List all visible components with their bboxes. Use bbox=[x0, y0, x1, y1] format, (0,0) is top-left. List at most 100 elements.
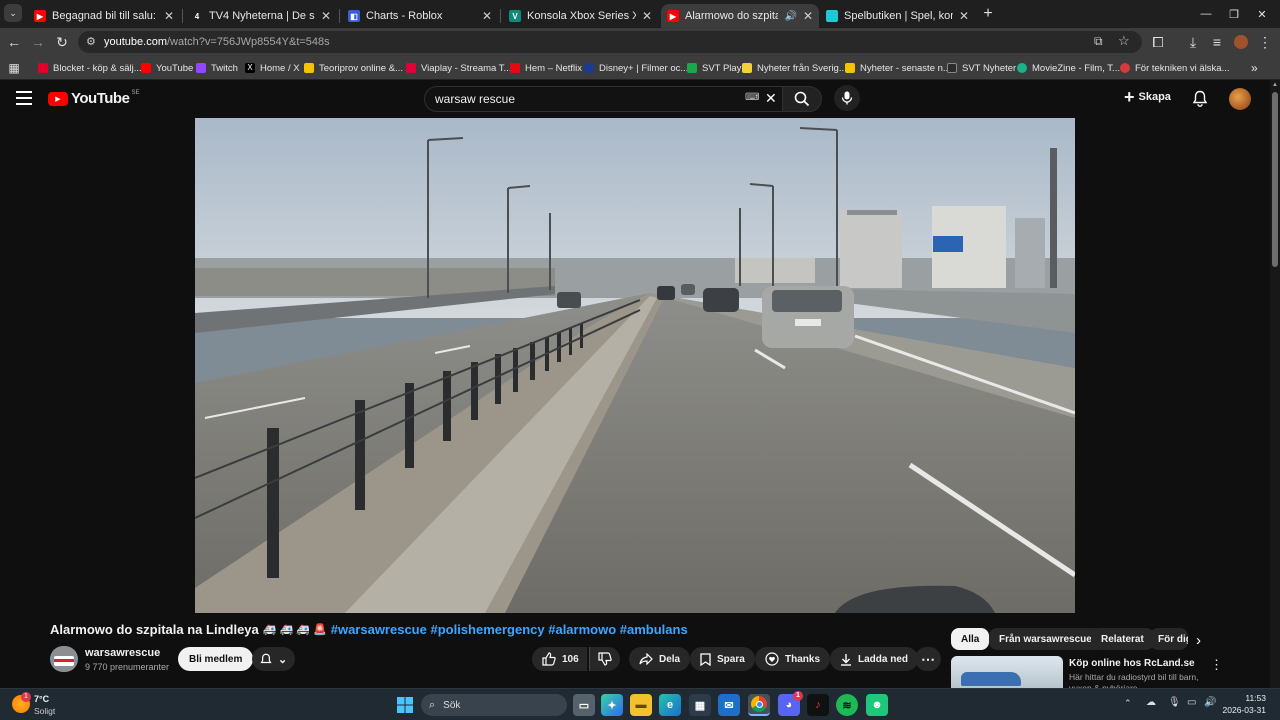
maximize-button[interactable]: ❐ bbox=[1224, 4, 1244, 24]
channel-name[interactable]: warsawrescue bbox=[85, 647, 160, 659]
bookmark-netflix[interactable]: Hem – Netflix bbox=[510, 60, 582, 76]
keyboard-icon[interactable]: ⌨ bbox=[745, 92, 759, 103]
account-avatar[interactable] bbox=[1229, 88, 1251, 110]
hamburger-menu-icon[interactable] bbox=[16, 91, 32, 105]
tab-blocket-volvo[interactable]: ▶ Begagnad bil till salu: Volvo V70 ✕ bbox=[28, 4, 180, 28]
close-window-button[interactable]: ✕ bbox=[1252, 4, 1272, 24]
voice-search-button[interactable] bbox=[834, 85, 860, 111]
download-button[interactable]: Ladda ned bbox=[830, 647, 919, 671]
video-hashtags[interactable]: #warsawrescue #polishemergency #alarmowo… bbox=[331, 622, 688, 637]
windows-start-icon[interactable] bbox=[394, 694, 416, 716]
chip-related[interactable]: Relaterat bbox=[1091, 628, 1154, 650]
clock-time[interactable]: 11:53 bbox=[1226, 693, 1266, 703]
task-view-icon[interactable]: ▭ bbox=[573, 694, 595, 716]
tab-spelbutiken[interactable]: Spelbutiken | Spel, konsoler och ✕ bbox=[820, 4, 975, 28]
microsoft-store-icon[interactable]: ▦ bbox=[689, 694, 711, 716]
ad-thumbnail[interactable] bbox=[951, 656, 1063, 688]
more-actions-icon[interactable]: ⋯ bbox=[915, 647, 941, 671]
site-info-icon[interactable]: ⚙ bbox=[86, 35, 96, 48]
search-input[interactable]: warsaw rescue ⌨ ✕ bbox=[424, 86, 784, 112]
spotify-icon[interactable]: ≋ bbox=[836, 694, 858, 716]
bookmark-teoriprov[interactable]: Teoriprov online &... bbox=[304, 60, 403, 76]
ad-title[interactable]: Köp online hos RcLand.se bbox=[1069, 658, 1195, 669]
back-arrow-icon[interactable]: ← bbox=[4, 32, 24, 52]
tab-roblox[interactable]: ◧ Charts - Roblox ✕ bbox=[342, 4, 498, 28]
more-bookmarks-button[interactable]: » bbox=[1251, 60, 1258, 76]
subscribed-bell-button[interactable]: ⌄ bbox=[252, 647, 296, 671]
tray-chevron-up-icon[interactable]: ⌃ bbox=[1124, 698, 1132, 709]
bookmark-twitch[interactable]: Twitch bbox=[196, 60, 238, 76]
mail-icon[interactable]: ✉ bbox=[718, 694, 740, 716]
chip-all[interactable]: Alla bbox=[951, 628, 990, 650]
notifications-bell-icon[interactable] bbox=[1192, 90, 1208, 110]
file-explorer-icon[interactable]: ▬ bbox=[630, 694, 652, 716]
chips-next-chevron-icon[interactable]: › bbox=[1196, 632, 1201, 649]
like-button[interactable]: 106 bbox=[532, 647, 587, 671]
close-icon[interactable]: ✕ bbox=[959, 9, 969, 23]
bookmark-blocket[interactable]: Blocket - köp & sälj... bbox=[38, 60, 142, 76]
tab-tv4[interactable]: 4 TV4 Nyheterna | De senaste nyheterna ✕ bbox=[185, 4, 337, 28]
clear-search-icon[interactable]: ✕ bbox=[765, 90, 777, 107]
dislike-button[interactable] bbox=[589, 647, 620, 671]
network-icon[interactable]: ▭ bbox=[1187, 697, 1196, 708]
forward-arrow-icon[interactable]: → bbox=[28, 32, 48, 52]
minimize-button[interactable]: — bbox=[1196, 4, 1216, 24]
microphone-tray-icon[interactable]: 🎙 bbox=[1168, 697, 1181, 708]
chip-from-channel[interactable]: Från warsawrescue bbox=[989, 628, 1102, 650]
bookmark-disney[interactable]: Disney+ | Filmer oc... bbox=[584, 60, 688, 76]
page-scrollbar[interactable]: ▲ bbox=[1270, 80, 1280, 688]
thanks-button[interactable]: Thanks bbox=[755, 647, 831, 671]
bookmark-svtplay[interactable]: SVT Play bbox=[687, 60, 741, 76]
menu-kebab-icon[interactable]: ⋮ bbox=[1255, 32, 1275, 52]
close-icon[interactable]: ✕ bbox=[164, 9, 174, 23]
close-icon[interactable]: ✕ bbox=[803, 9, 813, 23]
new-tab-button[interactable]: + bbox=[978, 4, 998, 24]
volume-icon[interactable]: 🔊 bbox=[1204, 697, 1216, 708]
bookmark-svt-nyheter[interactable]: SVT Nyheter bbox=[947, 60, 1016, 76]
bookmark-teknik[interactable]: För tekniken vi älska... bbox=[1120, 60, 1230, 76]
weather-temp[interactable]: 7°C bbox=[34, 694, 49, 704]
reload-icon[interactable]: ↻ bbox=[52, 32, 72, 52]
tab-search-icon[interactable]: ⌄ bbox=[4, 4, 22, 22]
weather-sun-icon[interactable]: 1 bbox=[12, 692, 31, 713]
bookmark-youtube[interactable]: YouTube bbox=[141, 60, 193, 76]
bookmark-x[interactable]: X Home / X bbox=[245, 60, 300, 76]
share-button[interactable]: Dela bbox=[629, 647, 691, 671]
scroll-thumb[interactable] bbox=[1272, 92, 1278, 267]
edge-icon[interactable]: e bbox=[659, 694, 681, 716]
scroll-up-icon[interactable]: ▲ bbox=[1272, 82, 1278, 88]
youtube-logo[interactable]: ▶ YouTube SE bbox=[48, 90, 139, 107]
media-control-icon[interactable]: ≡ bbox=[1207, 32, 1227, 52]
apps-grid-icon[interactable]: ▦ bbox=[4, 58, 24, 78]
search-button[interactable] bbox=[782, 86, 822, 112]
tab-xbox[interactable]: V Konsola Xbox Series X 1 TB ✕ bbox=[503, 4, 658, 28]
bookmark-star-icon[interactable]: ☆ bbox=[1118, 33, 1130, 49]
join-button[interactable]: Bli medlem bbox=[178, 647, 254, 671]
clock-date[interactable]: 2026-03-31 bbox=[1218, 705, 1266, 715]
video-player[interactable] bbox=[195, 118, 1075, 613]
profile-avatar-icon[interactable] bbox=[1231, 32, 1251, 52]
chrome-icon[interactable] bbox=[748, 694, 770, 716]
speaker-icon[interactable]: 🔊 bbox=[784, 11, 796, 22]
extensions-icon[interactable]: ⧠ bbox=[1148, 32, 1168, 52]
bookmark-viaplay[interactable]: Viaplay - Streama T... bbox=[406, 60, 511, 76]
save-button[interactable]: Spara bbox=[690, 647, 755, 671]
bookmark-moviezine[interactable]: MovieZine - Film, T... bbox=[1017, 60, 1120, 76]
download-icon[interactable]: ⤓ bbox=[1183, 32, 1203, 52]
create-button[interactable]: + Skapa bbox=[1124, 88, 1171, 106]
taskbar-search-box[interactable]: ⌕ Sök bbox=[421, 694, 567, 716]
bookmark-nyheter-sverige[interactable]: Nyheter från Sverig... bbox=[742, 60, 847, 76]
discord-icon[interactable]: ◕ 1 bbox=[778, 691, 803, 716]
install-app-icon[interactable]: ⧉ bbox=[1094, 34, 1103, 49]
close-icon[interactable]: ✕ bbox=[642, 9, 652, 23]
tiktok-icon[interactable]: ♪ bbox=[807, 694, 829, 716]
ad-more-icon[interactable]: ⋮ bbox=[1210, 657, 1223, 673]
bookmark-nyheter-senaste[interactable]: Nyheter - senaste n... bbox=[845, 60, 951, 76]
channel-avatar[interactable] bbox=[50, 646, 78, 672]
close-icon[interactable]: ✕ bbox=[321, 9, 331, 23]
copilot-icon[interactable]: ✦ bbox=[601, 694, 623, 716]
app-robot-icon[interactable]: ☻ bbox=[866, 694, 888, 716]
cloud-icon[interactable]: ☁ bbox=[1146, 697, 1156, 708]
close-icon[interactable]: ✕ bbox=[482, 9, 492, 23]
address-bar[interactable]: ⚙ youtube.com/watch?v=756JWp8554Y&t=548s… bbox=[78, 31, 1142, 53]
